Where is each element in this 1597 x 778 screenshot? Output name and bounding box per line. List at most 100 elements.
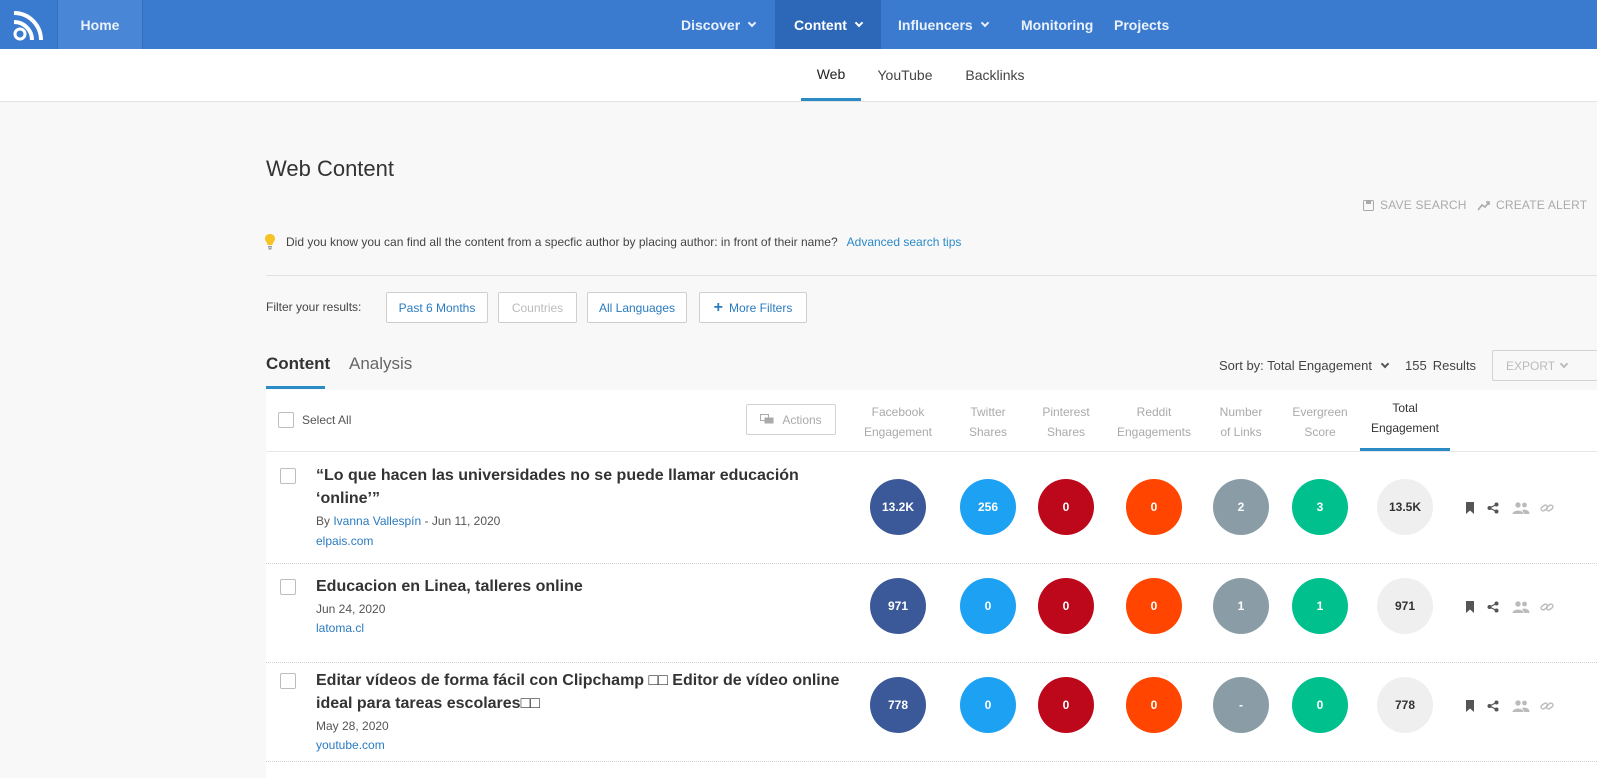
sort-label: Sort by: Total Engagement (1219, 358, 1372, 373)
link-icon[interactable] (1539, 698, 1555, 714)
row-checkbox[interactable] (280, 579, 296, 595)
share-icon[interactable] (1485, 500, 1501, 516)
pinterest-shares-value: 0 (1038, 677, 1094, 733)
total-engagement-value: 13.5K (1377, 479, 1433, 535)
rss-logo-icon[interactable] (0, 0, 57, 49)
article-meta: By Ivanna Vallespín - Jun 11, 2020 (316, 514, 500, 528)
twitter-shares-value: 0 (960, 578, 1016, 634)
users-icon[interactable] (1511, 698, 1531, 714)
article-title[interactable]: “Lo que hacen las universidades no se pu… (316, 464, 846, 510)
share-icon[interactable] (1485, 698, 1501, 714)
nav-monitoring-label: Monitoring (1021, 16, 1094, 33)
tab-youtube[interactable]: YouTube (870, 49, 940, 101)
nav-monitoring[interactable]: Monitoring (1021, 0, 1093, 49)
nav-projects[interactable]: Projects (1114, 0, 1169, 49)
chevron-down-icon (1559, 359, 1569, 368)
sub-navigation: Web YouTube Backlinks (0, 49, 1597, 102)
nav-content[interactable]: Content (775, 0, 881, 49)
filter-languages-button[interactable]: All Languages (587, 292, 687, 323)
results-number: 155 (1405, 358, 1427, 373)
active-tab-underline (266, 386, 325, 389)
table-header: Select All Actions Facebook Engagement T… (266, 390, 1597, 452)
more-filters-label: More Filters (729, 300, 793, 315)
link-icon[interactable] (1539, 599, 1555, 615)
actions-label: Actions (782, 412, 822, 427)
col-line2: Engagements (1116, 425, 1192, 439)
col-pinterest-shares[interactable]: Pinterest Shares (1026, 402, 1106, 442)
save-search-button[interactable]: SAVE SEARCH (1363, 198, 1467, 212)
col-line2: Score (1304, 425, 1336, 439)
tip-text: Did you know you can find all the conten… (286, 234, 838, 249)
col-number-of-links[interactable]: Number of Links (1201, 402, 1281, 442)
number-of-links-value: - (1213, 677, 1269, 733)
bookmark-icon[interactable] (1462, 599, 1478, 615)
share-icon[interactable] (1485, 599, 1501, 615)
article-title[interactable]: Educacion en Linea, talleres online (316, 575, 846, 598)
create-alert-label: CREATE ALERT (1496, 198, 1588, 212)
article-meta: Jun 24, 2020 (316, 602, 385, 616)
select-all-label: Select All (302, 413, 352, 427)
select-all-checkbox[interactable] (278, 412, 294, 428)
table-row: “Lo que hacen las universidades no se pu… (266, 452, 1597, 564)
total-engagement-value: 971 (1377, 578, 1433, 634)
col-twitter-shares[interactable]: Twitter Shares (948, 402, 1028, 442)
article-date: - Jun 11, 2020 (421, 514, 501, 528)
tab-web[interactable]: Web (801, 49, 861, 101)
filter-label: Filter your results: (266, 300, 362, 314)
filter-date-button[interactable]: Past 6 Months (386, 292, 488, 323)
tab-analysis[interactable]: Analysis (349, 354, 412, 374)
nav-discover[interactable]: Discover (681, 0, 757, 49)
filter-countries-button[interactable]: Countries (498, 292, 577, 323)
nav-home[interactable]: Home (57, 0, 143, 49)
tab-content[interactable]: Content (266, 354, 330, 374)
pinterest-shares-value: 0 (1038, 578, 1094, 634)
top-navigation: Home Discover Content Influencers Monito… (0, 0, 1597, 49)
article-title[interactable]: Editar vídeos de forma fácil con Clipcha… (316, 669, 846, 715)
more-filters-button[interactable]: + More Filters (699, 292, 807, 323)
users-icon[interactable] (1511, 500, 1531, 516)
chevron-down-icon (854, 18, 864, 27)
trend-up-icon (1477, 200, 1490, 210)
col-line1: Evergreen (1292, 405, 1348, 419)
facebook-engagement-value: 13.2K (870, 479, 926, 535)
article-domain[interactable]: latoma.cl (316, 621, 364, 635)
export-label: EXPORT (1506, 358, 1556, 373)
reddit-engagements-value: 0 (1126, 479, 1182, 535)
nav-projects-label: Projects (1114, 16, 1170, 33)
nav-influencers-label: Influencers (898, 16, 973, 33)
col-facebook-engagement[interactable]: Facebook Engagement (858, 402, 938, 442)
col-line2: of Links (1220, 425, 1262, 439)
nav-content-label: Content (794, 16, 847, 33)
table-row: Editar vídeos de forma fácil con Clipcha… (266, 663, 1597, 762)
save-icon (1363, 199, 1374, 211)
col-total-engagement[interactable]: Total Engagement (1360, 398, 1450, 438)
twitter-shares-value: 0 (960, 677, 1016, 733)
bookmark-icon[interactable] (1462, 698, 1478, 714)
content-table: Select All Actions Facebook Engagement T… (266, 390, 1597, 778)
chevron-down-icon (980, 18, 989, 27)
row-checkbox[interactable] (280, 673, 296, 689)
create-alert-button[interactable]: CREATE ALERT (1477, 198, 1597, 212)
author-link[interactable]: Ivanna Vallespín (333, 514, 421, 528)
chevron-down-icon (1380, 359, 1390, 368)
article-meta: May 28, 2020 (316, 719, 389, 733)
export-button[interactable]: EXPORT (1492, 350, 1597, 381)
users-icon[interactable] (1511, 599, 1531, 615)
sort-dropdown[interactable]: Sort by: Total Engagement (1219, 358, 1390, 373)
evergreen-score-value: 3 (1292, 479, 1348, 535)
table-row: Educacion en Linea, talleres online Jun … (266, 564, 1597, 663)
bookmark-icon[interactable] (1462, 500, 1478, 516)
col-reddit-engagements[interactable]: Reddit Engagements (1109, 402, 1199, 442)
nav-influencers[interactable]: Influencers (898, 0, 989, 49)
article-domain[interactable]: youtube.com (316, 738, 385, 752)
comments-icon (760, 414, 774, 424)
row-checkbox[interactable] (280, 468, 296, 484)
tab-backlinks[interactable]: Backlinks (958, 49, 1032, 101)
link-icon[interactable] (1539, 500, 1555, 516)
twitter-shares-value: 256 (960, 479, 1016, 535)
advanced-search-tips-link[interactable]: Advanced search tips (847, 235, 962, 249)
article-domain[interactable]: elpais.com (316, 534, 373, 548)
col-evergreen-score[interactable]: Evergreen Score (1280, 402, 1360, 442)
actions-button[interactable]: Actions (746, 404, 836, 435)
pinterest-shares-value: 0 (1038, 479, 1094, 535)
